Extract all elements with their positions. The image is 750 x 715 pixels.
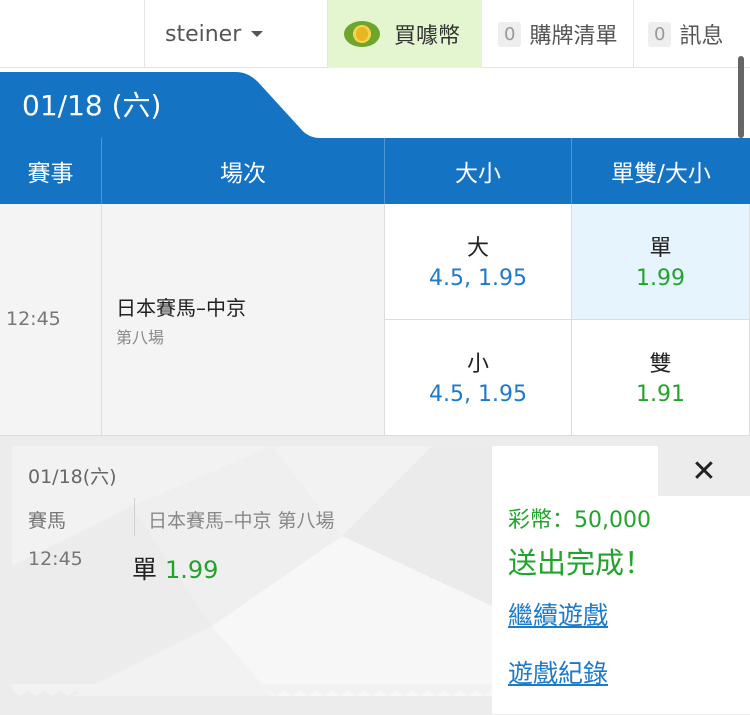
date-tab-label[interactable]: 01/18 (六) (22, 84, 161, 124)
odds-even-label: 雙 (649, 352, 672, 377)
topbar-blank (0, 0, 145, 68)
time-cell: 12:45 (0, 204, 102, 436)
col-header-event: 賽事 (0, 138, 102, 204)
odds-odd-label: 單 (649, 236, 672, 261)
ticket-date: 01/18(六) (28, 466, 117, 488)
ticket-zigzag-edge (12, 684, 492, 696)
ticket-sport: 賽馬 (28, 510, 67, 532)
ticket-pick-label: 單 (132, 555, 158, 584)
top-bar: steiner 買噱幣 0 購牌清單 0 訊息 (0, 0, 750, 68)
col-header-over-under: 大小 (385, 138, 572, 204)
ticket-match: 日本賽馬–中京 第八場 (148, 510, 335, 532)
scrollbar[interactable] (738, 56, 744, 138)
odds-over[interactable]: 大 4.5, 1.95 (385, 204, 572, 320)
bet-ticket: 01/18(六) 賽馬 日本賽馬–中京 第八場 12:45 單 1.99 (12, 446, 492, 696)
buy-coins-label: 買噱幣 (394, 24, 461, 49)
match-cell: 日本賽馬–中京 第八場 (102, 204, 385, 436)
bet-list-count: 0 (498, 21, 522, 47)
buy-coins-button[interactable]: 買噱幣 (328, 0, 482, 68)
username: steiner (165, 21, 242, 47)
odds-over-label: 大 (466, 236, 489, 261)
col-header-odd-even: 單雙/大小 (611, 161, 711, 187)
submit-success-text: 送出完成！ (508, 546, 654, 580)
odds-odd[interactable]: 單 1.99 (572, 204, 750, 320)
table-row: 12:45 日本賽馬–中京 第八場 大 4.5, 1.95 單 1.99 小 4… (0, 204, 750, 436)
bet-list-label: 購牌清單 (529, 24, 618, 49)
continue-game-link[interactable]: 繼續遊戲 (508, 596, 608, 632)
ticket-pick: 單 1.99 (132, 550, 218, 586)
odds-under[interactable]: 小 4.5, 1.95 (385, 320, 572, 436)
col-header-race: 場次 (102, 138, 385, 204)
ticket-divider (134, 498, 135, 536)
table-header: 賽事 場次 大小 單雙/大小 (0, 138, 750, 204)
caret-down-icon (251, 31, 264, 37)
race-time: 12:45 (6, 308, 61, 330)
odds-odd-value: 1.99 (636, 266, 685, 291)
close-icon: ✕ (691, 453, 717, 489)
race-number: 第八場 (116, 328, 165, 347)
close-button[interactable]: ✕ (658, 446, 750, 496)
ticket-pick-odds: 1.99 (165, 556, 219, 584)
coin-icon (344, 21, 380, 47)
odds-even-value: 1.91 (636, 382, 685, 407)
odds-under-value: 4.5, 1.95 (429, 382, 527, 407)
coin-balance: 彩幣：50,000 (508, 508, 651, 533)
user-menu[interactable]: steiner (145, 0, 328, 68)
messages-label: 訊息 (679, 24, 724, 49)
odds-under-label: 小 (466, 352, 489, 377)
match-name: 日本賽馬–中京 (116, 296, 246, 320)
game-history-link[interactable]: 遊戲紀錄 (508, 654, 608, 690)
ticket-time: 12:45 (28, 548, 83, 570)
odds-even[interactable]: 雙 1.91 (572, 320, 750, 436)
odds-over-value: 4.5, 1.95 (429, 266, 527, 291)
bet-list-button[interactable]: 0 購牌清單 (482, 0, 634, 68)
messages-button[interactable]: 0 訊息 (634, 0, 750, 68)
messages-count: 0 (648, 21, 672, 47)
